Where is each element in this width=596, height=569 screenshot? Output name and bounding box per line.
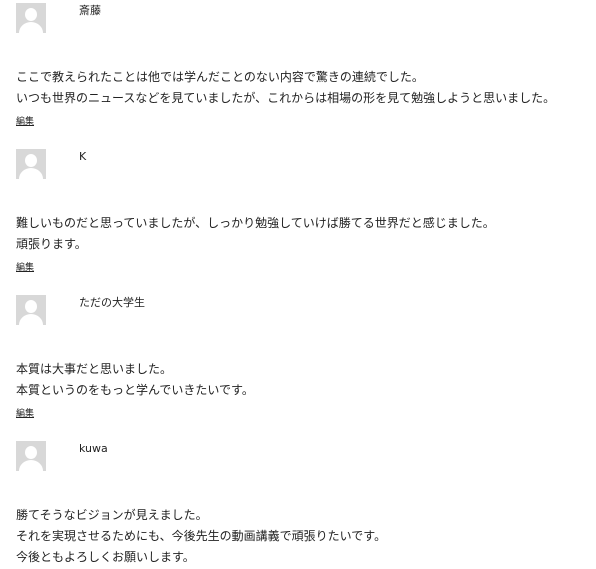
comment-line: 本質は大事だと思いました。	[16, 362, 173, 376]
avatar-head-shape	[25, 154, 37, 167]
edit-link[interactable]: 編集	[16, 263, 34, 274]
comment-line: ここで教えられたことは他では学んだことのない内容で驚きの連続でした。	[16, 70, 424, 84]
avatar-body-shape	[19, 460, 43, 471]
comment-line: それを実現させるためにも、今後先生の動画講義で頑張りたいです。	[16, 529, 387, 543]
edit-link[interactable]: 編集	[16, 409, 34, 420]
comment-text: 難しいものだと思っていましたが、しっかり勉強していけば勝てる世界だと感じました。…	[16, 213, 495, 255]
avatar-head-shape	[25, 8, 37, 21]
comment-text: ここで教えられたことは他では学んだことのない内容で驚きの連続でした。 いつも世界…	[16, 67, 555, 109]
avatar-body-shape	[19, 22, 43, 33]
avatar-body-shape	[19, 314, 43, 325]
comment-line: いつも世界のニュースなどを見ていましたが、これからは相場の形を見て勉強しようと思…	[16, 91, 556, 105]
comment-line: 難しいものだと思っていましたが、しっかり勉強していけば勝てる世界だと感じました。	[16, 216, 495, 230]
comment-line: 頑張ります。	[16, 237, 87, 251]
avatar	[16, 295, 46, 325]
comment-text: 本質は大事だと思いました。 本質というのをもっと学んでいきたいです。	[16, 359, 254, 401]
comment-line: 勝てそうなビジョンが見えました。	[16, 508, 208, 522]
avatar-body-shape	[19, 168, 43, 179]
edit-link[interactable]: 編集	[16, 117, 34, 128]
comment-line: 本質というのをもっと学んでいきたいです。	[16, 383, 254, 397]
avatar	[16, 149, 46, 179]
comment-author: 斎藤	[79, 4, 101, 17]
comment-author: K	[79, 150, 87, 163]
avatar-head-shape	[25, 300, 37, 313]
avatar	[16, 441, 46, 471]
avatar	[16, 3, 46, 33]
comment-author: ただの大学生	[79, 296, 145, 309]
comment-author: kuwa	[79, 442, 108, 455]
comment-line: 今後ともよろしくお願いします。	[16, 550, 195, 564]
comment-text: 勝てそうなビジョンが見えました。 それを実現させるためにも、今後先生の動画講義で…	[16, 505, 386, 568]
avatar-head-shape	[25, 446, 37, 459]
